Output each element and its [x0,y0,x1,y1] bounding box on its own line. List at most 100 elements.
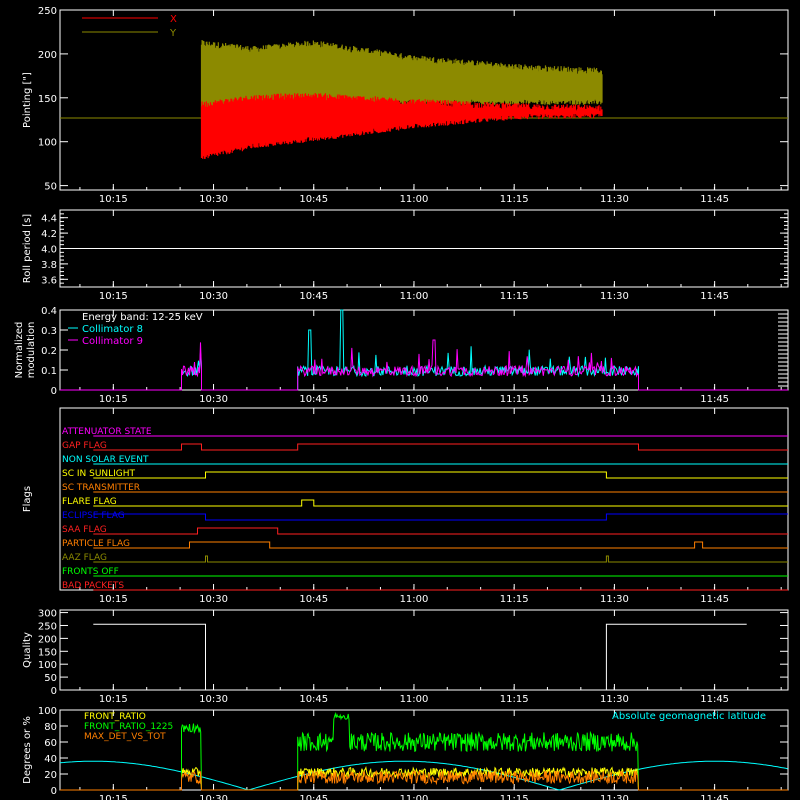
roll-ytick-label: 4.4 [41,214,57,225]
modulation-ytick-label: 0 [51,386,57,397]
quality-xtick-label: 11:15 [500,694,529,705]
flag-line [93,527,788,535]
pointing-legend-label: Y [169,28,177,39]
roll-xtick-label: 11:00 [400,291,429,302]
pointing-xtick-label: 11:45 [700,194,729,205]
degrees-xtick-label: 11:00 [400,794,429,800]
modulation-xtick-label: 10:30 [199,394,228,405]
roll-ytick-label: 3.6 [41,275,57,286]
degrees-ytick-label: 80 [44,722,57,733]
flags-xtick-label: 11:15 [500,594,529,605]
quality-xtick-label: 11:45 [700,694,729,705]
pointing-xtick-label: 10:45 [299,194,328,205]
pointing-legend-label: X [170,14,177,25]
flag-particle-flag: PARTICLE FLAG [62,539,788,549]
modulation-ytick-label: 0.1 [41,366,57,377]
quality-yaxis: 0 50 100 150 200 250300 [38,609,788,697]
roll-ytick-label: 4.2 [41,229,57,240]
quality-ytick-label: 250 [38,621,57,632]
flags-xtick-label: 10:15 [99,594,128,605]
modulation-panel: 10:15 10:30 10:45 11:00 11:15 11:30 11:45 [59,309,789,405]
degrees-legend-label: MAX_DET_VS_TOT [84,732,166,742]
modulation-ytick-label: 0.2 [41,346,57,357]
flag-line [93,443,788,451]
degrees-xtick-label: 10:45 [299,794,328,800]
roll-ytick-label: 4.0 [41,245,57,256]
modulation-legend-label: Collimator 9 [82,336,143,347]
flags-xtick-label: 10:45 [299,594,328,605]
modulation-ytick-label: 0.3 [41,326,57,337]
flag-attenuator-state: ATTENUATOR STATE [62,427,788,437]
quality-ytick-label: 50 [44,673,57,684]
degrees-xtick-label: 11:15 [500,794,529,800]
pointing-xtick-label: 10:15 [99,194,128,205]
degrees-ytick-label: 100 [38,706,57,717]
flag-line [93,513,788,521]
roll-ytick-label: 3.8 [41,260,57,271]
flag-sc-in-sunlight: SC IN SUNLIGHT [62,469,788,479]
pointing-xtick-label: 11:30 [600,194,629,205]
flag-saa-flag: SAA FLAG [62,525,788,535]
quality-ytick-label: 150 [38,647,57,658]
rhessi-quicklook-chart: 10:15 10:30 10:45 11:00 11:15 11:30 11:45 50 100… [14,6,789,800]
roll-panel: 10:15 10:30 10:45 11:00 11:15 11:30 11:45 [59,209,789,302]
degrees-xtick-label: 11:30 [600,794,629,800]
quality-ytick-label: 0 [51,686,57,697]
flag-non-solar-event: NON SOLAR EVENT [62,455,788,465]
quality-ytick-label: 100 [38,660,57,671]
pointing-xtick-label: 11:15 [500,194,529,205]
quality-ylabel: Quality [22,632,33,668]
quality-line [93,623,747,691]
degrees-xtick-label: 10:30 [199,794,228,800]
flag-line [93,555,788,563]
modulation-ylabel-1: Normalized [14,322,25,379]
flag-aaz-flag: AAZ FLAG [62,553,788,563]
roll-ylabel: Roll period [s] [22,214,33,283]
quality-ytick-label: 200 [38,634,57,645]
degrees-ylabel: Degrees or % [22,716,33,784]
roll-xtick-label: 10:45 [299,291,328,302]
pointing-xtick-label: 10:30 [199,194,228,205]
quality-xtick-label: 10:15 [99,694,128,705]
quality-ytick-label: 300 [38,609,57,620]
degrees-ytick-label: 60 [44,738,57,749]
flags-ylabel: Flags [22,486,33,512]
modulation-series-9 [60,339,788,391]
pointing-ytick-label: 50 [44,182,57,193]
modulation-xtick-label: 11:30 [600,394,629,405]
flag-gap-flag: GAP FLAG [62,441,788,451]
modulation-legend-label: Collimator 8 [82,324,143,335]
roll-yaxis: 3.6 3.8 4.0 4.2 4.4 [41,214,788,286]
roll-xtick-label: 11:30 [600,291,629,302]
flag-fronts-off: FRONTS OFF [62,567,788,577]
modulation-annotation: Energy band: 12-25 keV [82,312,203,323]
degrees-legend-label: FRONT_RATIO_1225 [84,722,173,732]
quality-xtick-label: 10:45 [299,694,328,705]
flags-xtick-label: 11:00 [400,594,429,605]
degrees-annotation: Absolute geomagnetic latitude [612,711,766,722]
degrees-ytick-label: 0 [51,786,57,797]
modulation-xtick-label: 11:00 [400,394,429,405]
pointing-ylabel: Pointing ["] [22,72,33,128]
pointing-ytick-label: 150 [38,94,57,105]
pointing-ytick-label: 200 [38,50,57,61]
flag-eclipse-flag: ECLIPSE FLAG [62,511,788,521]
roll-xtick-label: 11:15 [500,291,529,302]
modulation-xtick-label: 11:15 [500,394,529,405]
flag-line [93,471,788,479]
modulation-ytick-label: 0.4 [41,306,57,317]
roll-xtick-label: 11:45 [700,291,729,302]
flags-xtick-label: 11:45 [700,594,729,605]
roll-xtick-label: 10:30 [199,291,228,302]
pointing-ytick-label: 250 [38,6,57,17]
quality-frame [59,609,789,691]
flag-sc-transmitter: SC TRANSMITTER [62,483,788,493]
quality-xtick-label: 11:00 [400,694,429,705]
flag-line [93,541,788,549]
degrees-series-max-det-vs-tot [60,769,788,791]
degrees-ytick-label: 20 [44,770,57,781]
flags-frame [59,407,789,591]
pointing-ytick-label: 100 [38,138,57,149]
flags-xtick-label: 10:30 [199,594,228,605]
degrees-ytick-label: 40 [44,754,57,765]
